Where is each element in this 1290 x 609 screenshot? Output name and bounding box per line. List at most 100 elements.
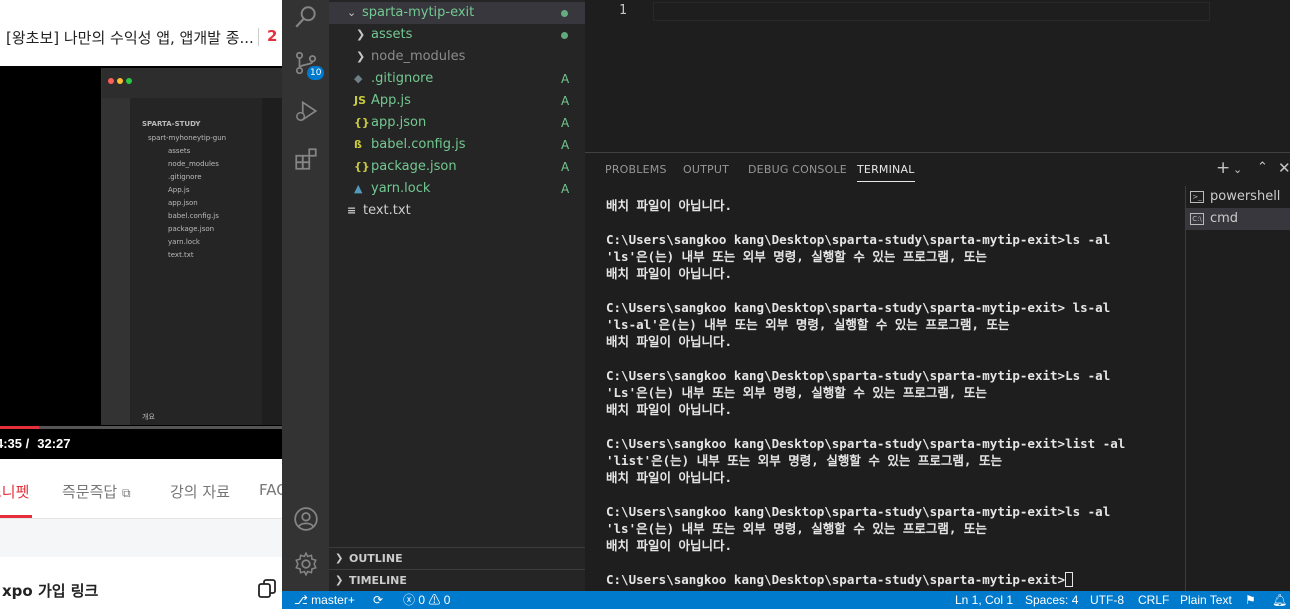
video-frame-editor xyxy=(262,98,282,425)
video-frame-file: app.json xyxy=(168,199,198,207)
encoding[interactable]: UTF-8 xyxy=(1090,591,1124,609)
text-editor[interactable]: 1 xyxy=(585,0,1290,152)
tab-debug-console[interactable]: DEBUG CONSOLE xyxy=(748,163,847,176)
file-tree-item[interactable]: ▲ yarn.lock A xyxy=(329,178,585,200)
file-tree-item[interactable]: ❯ node_modules xyxy=(329,46,585,68)
explorer-button[interactable] xyxy=(282,0,329,40)
video-frame-file: App.js xyxy=(168,186,190,194)
course-title-suffix[interactable]: 2 xyxy=(267,27,277,45)
copy-icon[interactable] xyxy=(258,579,276,599)
extensions-button[interactable] xyxy=(282,136,329,182)
terminal-line-text: 배치 파일이 아닙니다. xyxy=(606,402,733,417)
chevron-down-icon: ⌄ xyxy=(347,6,357,19)
terminal-line: 'list'은(는) 내부 또는 외부 명령, 실행할 수 있는 프로그램, 또… xyxy=(606,452,1186,469)
feedback-icon[interactable]: ⚑ xyxy=(1245,591,1256,609)
problems-indicator[interactable]: ⓧ 0 ⚠ 0 xyxy=(403,591,450,609)
file-tree-item[interactable]: {} package.json A xyxy=(329,156,585,178)
file-tree-item[interactable]: {} app.json A xyxy=(329,112,585,134)
file-tree-item[interactable]: ß babel.config.js A xyxy=(329,134,585,156)
indentation[interactable]: Spaces: 4 xyxy=(1025,591,1078,609)
tab-terminal[interactable]: TERMINAL xyxy=(857,163,915,182)
video-frame-file: yarn.lock xyxy=(168,238,200,246)
bottom-panel: PROBLEMS OUTPUT DEBUG CONSOLE TERMINAL +… xyxy=(585,152,1290,592)
run-debug-button[interactable] xyxy=(282,88,329,134)
terminal-item-cmd[interactable]: C:\ cmd xyxy=(1186,208,1290,230)
video-current-time: 4:35 / xyxy=(0,436,30,451)
video-frame-folder: spart-myhoneytip-gun xyxy=(148,134,227,142)
git-status-badge: A xyxy=(561,182,570,196)
terminal-item-powershell[interactable]: >_ powershell xyxy=(1186,186,1290,208)
file-tree-label: .gitignore xyxy=(371,71,434,86)
line-ending[interactable]: CRLF xyxy=(1138,591,1169,609)
git-status-badge: A xyxy=(561,138,570,152)
tab-faq[interactable]: FAQ xyxy=(259,481,282,499)
file-type-icon: ◆ xyxy=(354,72,363,85)
file-tree-label: node_modules xyxy=(371,49,466,64)
terminal-line-text: C:\Users\sangkoo kang\Desktop\sparta-stu… xyxy=(606,572,1066,587)
browser-pane: [왕초보] 나만의 수익성 앱, 앱개발 종... 2 SPARTA-STUDY… xyxy=(0,0,282,609)
chevron-down-icon[interactable]: ⌄ xyxy=(1233,163,1242,176)
terminal-line: 배치 파일이 아닙니다. xyxy=(606,537,1186,554)
file-tree-item[interactable]: ◆ .gitignore A xyxy=(329,68,585,90)
accounts-button[interactable] xyxy=(282,496,329,542)
terminal-line: 'ls'은(는) 내부 또는 외부 명령, 실행할 수 있는 프로그램, 또는 xyxy=(606,248,1186,265)
explorer-root-folder[interactable]: ⌄ sparta-mytip-exit xyxy=(329,2,585,24)
notifications-icon[interactable]: 🔔︎ xyxy=(1272,591,1287,609)
tab-output[interactable]: OUTPUT xyxy=(683,163,729,176)
terminal-icon: C:\ xyxy=(1190,213,1204,225)
file-tree-item[interactable]: JS App.js A xyxy=(329,90,585,112)
warning-count: 0 xyxy=(443,593,451,607)
terminal-line: C:\Users\sangkoo kang\Desktop\sparta-stu… xyxy=(606,231,1186,248)
modified-dot-icon xyxy=(561,10,568,17)
timeline-section[interactable]: ❯ TIMELINE xyxy=(329,569,585,591)
file-tree-item[interactable]: ❯ assets xyxy=(329,24,585,46)
terminal-line: 배치 파일이 아닙니다. xyxy=(606,265,1186,282)
external-link-icon: ⧉ xyxy=(121,486,131,500)
course-title[interactable]: [왕초보] 나만의 수익성 앱, 앱개발 종... xyxy=(6,27,254,48)
terminal-line: C:\Users\sangkoo kang\Desktop\sparta-stu… xyxy=(606,367,1186,384)
close-panel-icon[interactable]: ✕ xyxy=(1278,159,1290,177)
close-dot-icon xyxy=(108,78,114,84)
course-title-bar: [왕초보] 나만의 수익성 앱, 앱개발 종... 2 xyxy=(0,0,282,66)
video-progress-fill xyxy=(0,426,40,429)
file-tree-item[interactable]: ≡ text.txt xyxy=(329,200,585,222)
terminal-line-text: C:\Users\sangkoo kang\Desktop\sparta-stu… xyxy=(606,232,1111,247)
tab-snippet[interactable]: 스니펫 xyxy=(0,481,29,502)
run-debug-icon xyxy=(295,100,317,122)
tab-problems[interactable]: PROBLEMS xyxy=(605,163,667,176)
outline-section[interactable]: ❯ OUTLINE xyxy=(329,547,585,569)
file-type-icon: ▲ xyxy=(354,182,363,195)
branch-indicator[interactable]: ⎇ master+ xyxy=(294,591,355,609)
activity-bar: 10 xyxy=(282,0,329,591)
terminal-line-text: 배치 파일이 아닙니다. xyxy=(606,538,733,553)
new-terminal-icon[interactable]: + xyxy=(1216,158,1230,178)
extensions-icon xyxy=(294,148,317,170)
language-mode[interactable]: Plain Text xyxy=(1180,591,1232,609)
manage-button[interactable] xyxy=(282,541,329,587)
tab-lecture-material[interactable]: 강의 자료 xyxy=(170,481,230,502)
video-progress-bar[interactable] xyxy=(0,426,282,429)
scm-badge: 10 xyxy=(307,66,325,80)
cursor-position[interactable]: Ln 1, Col 1 xyxy=(955,591,1013,609)
terminal-line: 배치 파일이 아닙니다. xyxy=(606,333,1186,350)
terminal-output[interactable]: 배치 파일이 아닙니다. C:\Users\sangkoo kang\Deskto… xyxy=(606,197,1186,588)
terminal-label: cmd xyxy=(1210,211,1239,226)
lecture-video-player[interactable]: SPARTA-STUDY spart-myhoneytip-gun assets… xyxy=(0,66,282,459)
tab-instant-qa[interactable]: 즉문즉답 ⧉ xyxy=(62,481,131,502)
file-tree-label: app.json xyxy=(371,115,427,130)
source-control-button[interactable]: 10 xyxy=(282,40,329,86)
maximize-panel-icon[interactable]: ⌃ xyxy=(1257,160,1268,175)
tab-instant-qa-label: 즉문즉답 xyxy=(62,483,118,501)
file-type-icon: ß xyxy=(354,138,362,151)
error-count: 0 xyxy=(418,593,426,607)
current-line-highlight xyxy=(653,2,1210,21)
sync-icon[interactable]: ⟳ xyxy=(373,591,383,609)
video-frame-activitybar xyxy=(102,98,130,425)
search-icon xyxy=(294,6,316,28)
line-number: 1 xyxy=(619,3,627,18)
root-folder-label: sparta-mytip-exit xyxy=(362,5,475,20)
